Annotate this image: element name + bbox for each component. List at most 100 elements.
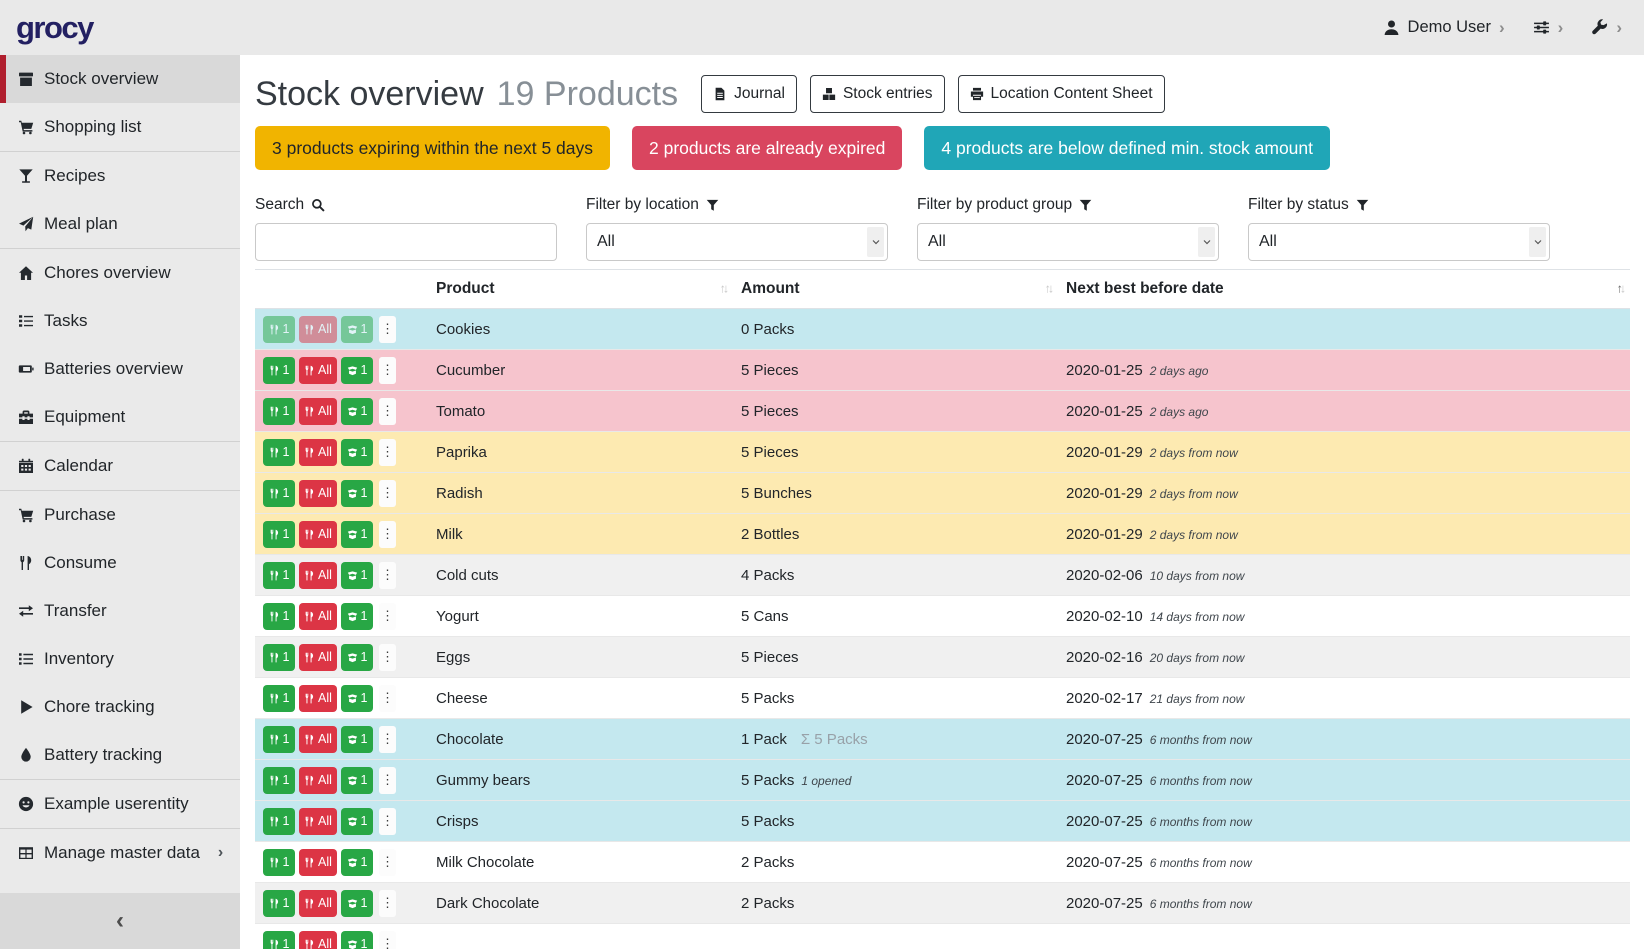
open-one-button[interactable]: 1: [341, 439, 373, 466]
consume-one-button[interactable]: 1: [263, 439, 295, 466]
sidebar-item-tasks[interactable]: Tasks: [0, 297, 240, 345]
row-menu-button[interactable]: ⋮: [379, 644, 396, 671]
open-one-button[interactable]: 1: [341, 603, 373, 630]
sidebar-item-inventory[interactable]: Inventory: [0, 635, 240, 683]
consume-all-button[interactable]: All: [299, 357, 337, 384]
open-one-button[interactable]: 1: [341, 562, 373, 589]
consume-all-button[interactable]: All: [299, 480, 337, 507]
utensils-icon: [304, 857, 315, 868]
sidebar-item-batteries-overview[interactable]: Batteries overview: [0, 345, 240, 393]
consume-all-button[interactable]: All: [299, 439, 337, 466]
sidebar-collapse-button[interactable]: ‹: [0, 893, 240, 949]
consume-all-button[interactable]: All: [299, 644, 337, 671]
info-alert[interactable]: 4 products are below defined min. stock …: [924, 126, 1330, 170]
consume-one-button[interactable]: 1: [263, 316, 295, 343]
row-menu-button[interactable]: ⋮: [379, 562, 396, 589]
status-filter-select[interactable]: All: [1248, 223, 1550, 261]
sidebar-item-recipes[interactable]: Recipes: [0, 152, 240, 200]
consume-one-button[interactable]: 1: [263, 603, 295, 630]
row-menu-button[interactable]: ⋮: [379, 521, 396, 548]
row-menu-button[interactable]: ⋮: [379, 767, 396, 794]
sidebar-item-shopping-list[interactable]: Shopping list: [0, 103, 240, 151]
consume-all-button[interactable]: All: [299, 521, 337, 548]
product-group-filter-select[interactable]: All: [917, 223, 1219, 261]
consume-one-button[interactable]: 1: [263, 685, 295, 712]
consume-one-button[interactable]: 1: [263, 562, 295, 589]
open-one-button[interactable]: 1: [341, 480, 373, 507]
admin-menu[interactable]: ›: [1591, 18, 1622, 38]
consume-all-button[interactable]: All: [299, 890, 337, 917]
row-menu-button[interactable]: ⋮: [379, 398, 396, 425]
sidebar-item-manage-master-data[interactable]: Manage master data ›: [0, 829, 240, 877]
row-menu-button[interactable]: ⋮: [379, 726, 396, 753]
consume-all-button[interactable]: All: [299, 849, 337, 876]
consume-one-button[interactable]: 1: [263, 849, 295, 876]
sidebar-item-stock-overview[interactable]: Stock overview: [0, 55, 240, 103]
open-one-button[interactable]: 1: [341, 849, 373, 876]
sidebar-item-meal-plan[interactable]: Meal plan: [0, 200, 240, 248]
warning-alert[interactable]: 3 products expiring within the next 5 da…: [255, 126, 610, 170]
open-one-button[interactable]: 1: [341, 316, 373, 343]
user-menu[interactable]: Demo User ›: [1383, 18, 1505, 38]
search-input[interactable]: [255, 223, 557, 261]
location-filter-select[interactable]: All: [586, 223, 888, 261]
consume-one-button[interactable]: 1: [263, 767, 295, 794]
consume-all-button[interactable]: All: [299, 767, 337, 794]
open-one-button[interactable]: 1: [341, 521, 373, 548]
sidebar-item-chores-overview[interactable]: Chores overview: [0, 249, 240, 297]
journal-button[interactable]: Journal: [701, 75, 797, 113]
consume-all-button[interactable]: All: [299, 562, 337, 589]
consume-one-button[interactable]: 1: [263, 480, 295, 507]
open-one-button[interactable]: 1: [341, 398, 373, 425]
consume-one-button[interactable]: 1: [263, 808, 295, 835]
row-menu-button[interactable]: ⋮: [379, 931, 396, 949]
open-one-button[interactable]: 1: [341, 808, 373, 835]
sidebar-item-battery-tracking[interactable]: Battery tracking: [0, 731, 240, 779]
consume-one-button[interactable]: 1: [263, 890, 295, 917]
sidebar-item-example-userentity[interactable]: Example userentity: [0, 780, 240, 828]
consume-all-button[interactable]: All: [299, 603, 337, 630]
sidebar-item-consume[interactable]: Consume: [0, 539, 240, 587]
consume-all-button[interactable]: All: [299, 316, 337, 343]
location-content-sheet-button[interactable]: Location Content Sheet: [958, 75, 1165, 113]
consume-one-button[interactable]: 1: [263, 931, 295, 949]
app-logo[interactable]: grocy: [16, 12, 93, 43]
open-one-button[interactable]: 1: [341, 931, 373, 949]
row-menu-button[interactable]: ⋮: [379, 439, 396, 466]
shortcuts-menu[interactable]: ›: [1533, 18, 1564, 38]
open-one-button[interactable]: 1: [341, 726, 373, 753]
row-menu-button[interactable]: ⋮: [379, 357, 396, 384]
consume-all-button[interactable]: All: [299, 685, 337, 712]
consume-all-button[interactable]: All: [299, 808, 337, 835]
sidebar-item-purchase[interactable]: Purchase: [0, 491, 240, 539]
row-menu-button[interactable]: ⋮: [379, 603, 396, 630]
sidebar-item-calendar[interactable]: Calendar: [0, 442, 240, 490]
consume-one-button[interactable]: 1: [263, 726, 295, 753]
column-header-amount[interactable]: Amount↑↓: [733, 270, 1058, 309]
row-menu-button[interactable]: ⋮: [379, 316, 396, 343]
consume-all-button[interactable]: All: [299, 726, 337, 753]
stock-entries-button[interactable]: Stock entries: [810, 75, 945, 113]
sidebar-item-chore-tracking[interactable]: Chore tracking: [0, 683, 240, 731]
sidebar-item-transfer[interactable]: Transfer: [0, 587, 240, 635]
consume-all-button[interactable]: All: [299, 398, 337, 425]
open-one-button[interactable]: 1: [341, 644, 373, 671]
open-one-button[interactable]: 1: [341, 685, 373, 712]
consume-one-button[interactable]: 1: [263, 357, 295, 384]
row-menu-button[interactable]: ⋮: [379, 890, 396, 917]
consume-one-button[interactable]: 1: [263, 644, 295, 671]
row-menu-button[interactable]: ⋮: [379, 849, 396, 876]
row-menu-button[interactable]: ⋮: [379, 480, 396, 507]
column-header-best-before[interactable]: Next best before date↑↓: [1058, 270, 1630, 309]
open-one-button[interactable]: 1: [341, 890, 373, 917]
open-one-button[interactable]: 1: [341, 357, 373, 384]
sidebar-item-equipment[interactable]: Equipment: [0, 393, 240, 441]
row-menu-button[interactable]: ⋮: [379, 808, 396, 835]
danger-alert[interactable]: 2 products are already expired: [632, 126, 902, 170]
consume-all-button[interactable]: All: [299, 931, 337, 949]
column-header-product[interactable]: Product↑↓: [428, 270, 733, 309]
consume-one-button[interactable]: 1: [263, 521, 295, 548]
row-menu-button[interactable]: ⋮: [379, 685, 396, 712]
consume-one-button[interactable]: 1: [263, 398, 295, 425]
open-one-button[interactable]: 1: [341, 767, 373, 794]
